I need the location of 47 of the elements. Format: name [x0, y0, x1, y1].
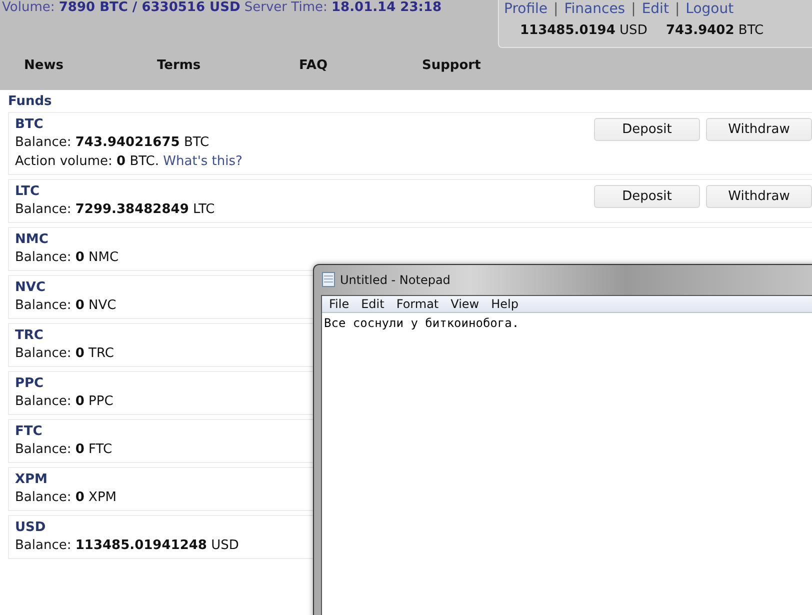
separator-text: |	[674, 1, 680, 17]
window-title: Untitled - Notepad	[340, 272, 450, 286]
balance-text: Balance: 0 XPM	[15, 489, 117, 507]
balance-text: Balance: 0 FTC	[15, 441, 112, 459]
help-link[interactable]: What's this?	[163, 154, 242, 169]
action-volume-text: Action volume: 0 BTC. What's this?	[15, 153, 242, 171]
separator-text: |	[631, 1, 636, 17]
menu-item[interactable]: File	[329, 297, 350, 311]
currency-title: NMC	[15, 231, 50, 248]
notepad-icon	[322, 272, 335, 287]
currency-title: TRC	[15, 327, 44, 344]
account-link[interactable]: Finances	[564, 1, 626, 17]
menu-item[interactable]: Format	[396, 297, 439, 311]
nav-link[interactable]: FAQ	[299, 58, 422, 73]
currency-title: FTC	[15, 423, 44, 440]
currency-title: NVC	[15, 279, 46, 296]
balance-text: Balance: 7299.38482849 LTC	[15, 201, 215, 219]
separator-text: |	[554, 1, 558, 17]
section-title: Funds	[8, 94, 53, 109]
deposit-button[interactable]: Deposit	[594, 185, 700, 208]
menu-item[interactable]: Edit	[361, 297, 384, 311]
balance-text: Balance: 0 NVC	[15, 297, 116, 315]
nav-link[interactable]: News	[24, 58, 157, 73]
stats-text: Volume: 7890 BTC / 6330516 USD Server Time: 18.01.14 23:18	[2, 0, 442, 17]
account-link[interactable]: Edit	[642, 1, 669, 17]
balance-text: 113485.0194 USD	[520, 23, 648, 38]
deposit-button[interactable]: Deposit	[594, 118, 700, 141]
currency-title: XPM	[15, 471, 48, 488]
text-area[interactable]: Все соснули у биткоинобога.	[322, 313, 812, 333]
currency-title: LTC	[15, 183, 41, 200]
nav-link[interactable]: Support	[422, 58, 522, 73]
withdraw-button[interactable]: Withdraw	[706, 118, 812, 141]
currency-title: BTC	[15, 116, 44, 133]
account-link[interactable]: Logout	[686, 1, 734, 17]
balance-text: Balance: 743.94021675 BTC	[15, 134, 210, 152]
menu-item[interactable]: Help	[491, 297, 518, 311]
balance-text: Balance: 113485.01941248 USD	[15, 537, 239, 555]
balance-text: Balance: 0 NMC	[15, 249, 119, 267]
balance-text: 743.9402 BTC	[666, 23, 765, 38]
currency-title: PPC	[15, 375, 45, 392]
currency-title: USD	[15, 519, 47, 536]
balance-text: Balance: 0 TRC	[15, 345, 114, 363]
account-link[interactable]: Profile	[504, 1, 548, 17]
menu-item[interactable]: View	[450, 297, 480, 311]
withdraw-button[interactable]: Withdraw	[706, 185, 812, 208]
balance-text: Balance: 0 PPC	[15, 393, 114, 411]
nav-link[interactable]: Terms	[157, 58, 299, 73]
